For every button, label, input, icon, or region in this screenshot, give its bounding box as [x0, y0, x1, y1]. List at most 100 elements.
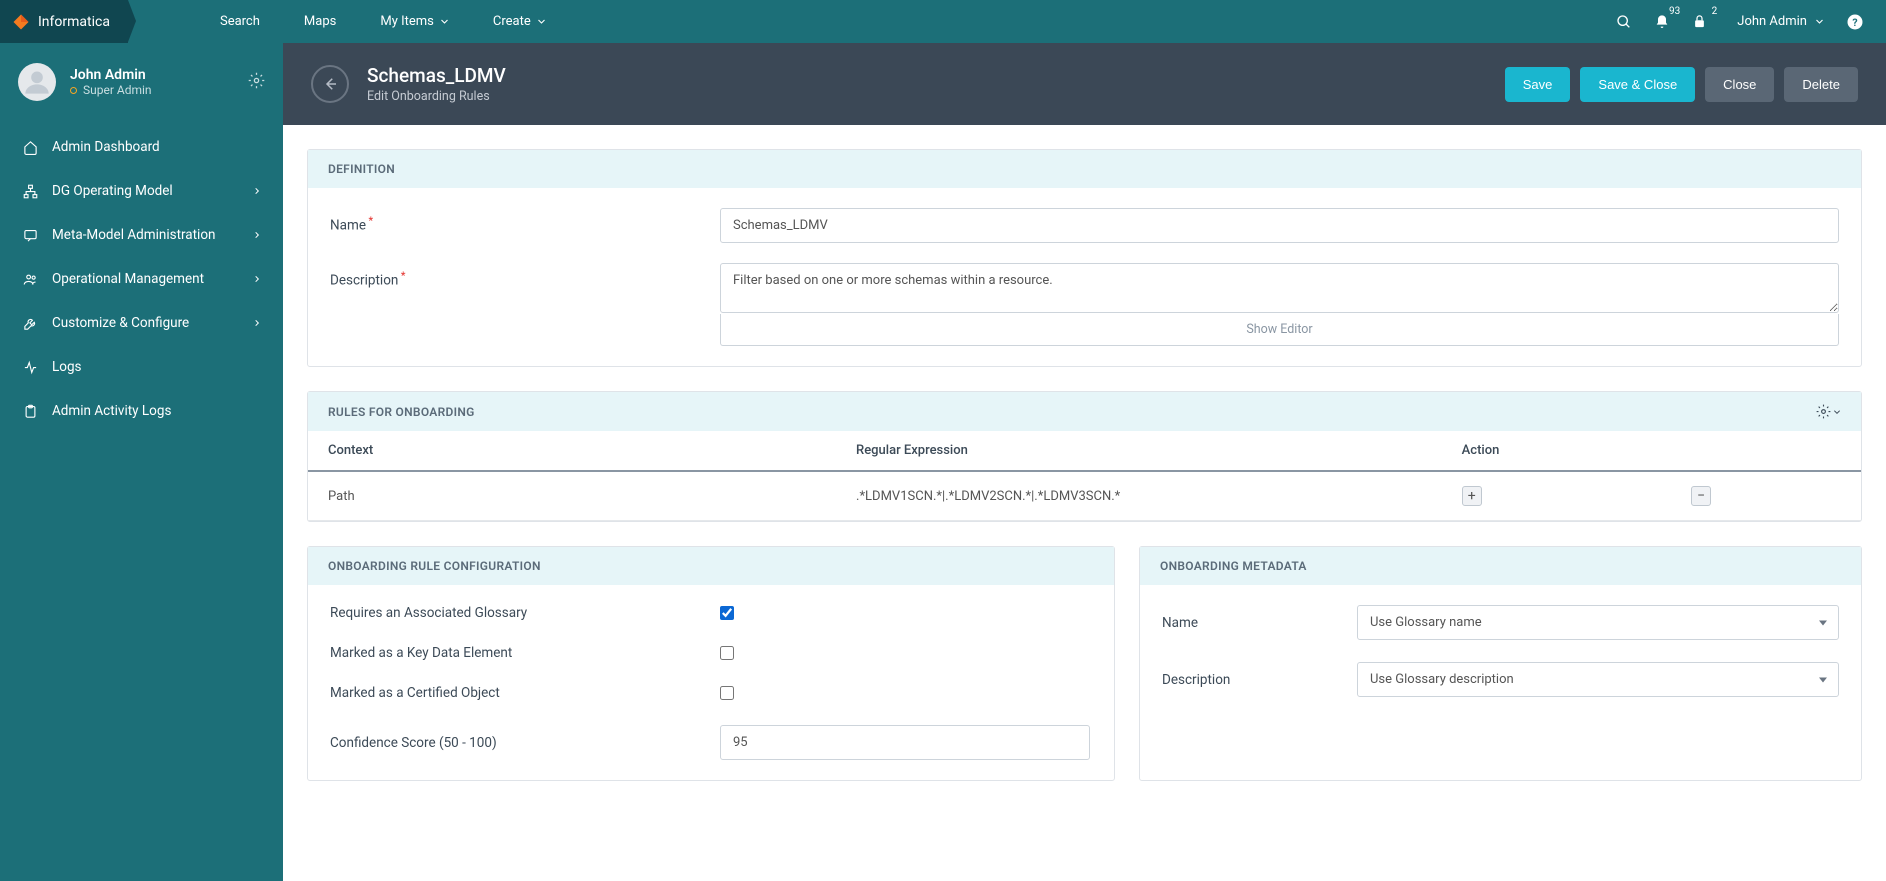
col-regex: Regular Expression [836, 431, 1442, 471]
sidebar-item-activity-logs[interactable]: Admin Activity Logs [0, 389, 283, 433]
key-element-checkbox[interactable] [720, 646, 734, 660]
brand[interactable]: Informatica [0, 0, 128, 43]
sidebar-item-customize[interactable]: Customize & Configure [0, 301, 283, 345]
clipboard-icon [22, 404, 38, 419]
page-title: Schemas_LDMV [367, 64, 506, 87]
chevron-right-icon [253, 183, 261, 199]
wrench-icon [22, 316, 38, 331]
rules-settings-btn[interactable] [1816, 404, 1841, 419]
remove-rule-button[interactable]: − [1691, 486, 1711, 506]
chat-icon [22, 228, 38, 243]
sidebar-settings-btn[interactable] [248, 72, 265, 93]
page-title-block: Schemas_LDMV Edit Onboarding Rules [367, 64, 506, 104]
sidebar-item-label: DG Operating Model [52, 183, 173, 199]
sidebar-item-meta-model[interactable]: Meta-Model Administration [0, 213, 283, 257]
nav-right: 93 2 John Admin ? [1616, 13, 1886, 31]
sidebar-item-operational-mgmt[interactable]: Operational Management [0, 257, 283, 301]
name-label: Name [330, 208, 720, 234]
confidence-label: Confidence Score (50 - 100) [330, 735, 720, 751]
glossary-label: Requires an Associated Glossary [330, 605, 720, 621]
certified-checkbox[interactable] [720, 686, 734, 700]
page-header: Schemas_LDMV Edit Onboarding Rules Save … [283, 43, 1886, 125]
chevron-right-icon [253, 227, 261, 243]
pulse-icon [22, 360, 38, 375]
confidence-input[interactable] [720, 725, 1090, 760]
glossary-checkbox[interactable] [720, 606, 734, 620]
back-button[interactable] [311, 65, 349, 103]
help-icon: ? [1846, 13, 1864, 31]
description-label: Description [330, 263, 720, 289]
page-subtitle: Edit Onboarding Rules [367, 89, 506, 104]
chevron-down-icon [1833, 408, 1841, 416]
sidebar-user: John Admin Super Admin [0, 43, 283, 121]
arrow-left-icon [321, 75, 339, 93]
rules-panel-header: RULES FOR ONBOARDING [308, 392, 1861, 431]
help-btn[interactable]: ? [1846, 13, 1864, 31]
cell-action: + − [1442, 471, 1861, 521]
add-rule-button[interactable]: + [1462, 486, 1482, 506]
show-editor-button[interactable]: Show Editor [720, 314, 1839, 346]
search-icon-btn[interactable] [1616, 14, 1632, 30]
save-close-button[interactable]: Save & Close [1580, 67, 1695, 102]
nav-search[interactable]: Search [198, 0, 282, 43]
notification-badge: 93 [1669, 6, 1680, 17]
diagram-icon [22, 184, 38, 199]
description-input[interactable]: Filter based on one or more schemas with… [720, 263, 1839, 313]
bell-icon [1654, 14, 1670, 30]
lock-badge: 2 [1712, 6, 1718, 17]
user-name: John Admin [1737, 14, 1807, 29]
name-input[interactable] [720, 208, 1839, 243]
header-actions: Save Save & Close Close Delete [1505, 67, 1858, 102]
close-button[interactable]: Close [1705, 67, 1774, 102]
user-menu[interactable]: John Admin [1737, 14, 1824, 29]
content: DEFINITION Name Description Filter based… [283, 125, 1886, 881]
col-context: Context [308, 431, 836, 471]
sidebar-item-label: Admin Activity Logs [52, 403, 171, 419]
sidebar-item-admin-dashboard[interactable]: Admin Dashboard [0, 125, 283, 169]
users-icon [22, 272, 38, 287]
metadata-panel-header: ONBOARDING METADATA [1140, 547, 1861, 585]
search-icon [1616, 14, 1632, 30]
gear-icon [248, 72, 265, 89]
cell-context: Path [308, 471, 836, 521]
sidebar-user-role: Super Admin [70, 83, 152, 97]
chevron-down-icon [440, 17, 449, 26]
home-icon [22, 140, 38, 155]
sidebar-item-dg-operating-model[interactable]: DG Operating Model [0, 169, 283, 213]
nav-my-items[interactable]: My Items [358, 0, 471, 43]
top-nav: Informatica Search Maps My Items Create … [0, 0, 1886, 43]
nav-left: Search Maps My Items Create [198, 0, 568, 43]
key-element-label: Marked as a Key Data Element [330, 645, 720, 661]
metadata-panel: ONBOARDING METADATA Name Use Glossary na… [1139, 546, 1862, 781]
gear-icon [1816, 404, 1831, 419]
brand-logo [12, 13, 30, 31]
sidebar-item-label: Customize & Configure [52, 315, 189, 331]
sidebar-item-logs[interactable]: Logs [0, 345, 283, 389]
avatar[interactable] [18, 63, 56, 101]
certified-label: Marked as a Certified Object [330, 685, 720, 701]
sidebar: John Admin Super Admin Admin Dashboard D… [0, 43, 283, 881]
sidebar-item-label: Meta-Model Administration [52, 227, 216, 243]
sidebar-menu: Admin Dashboard DG Operating Model Meta-… [0, 125, 283, 433]
chevron-down-icon [537, 17, 546, 26]
chevron-down-icon [1815, 17, 1824, 26]
nav-maps[interactable]: Maps [282, 0, 358, 43]
nav-create[interactable]: Create [471, 0, 568, 43]
svg-text:?: ? [1852, 15, 1857, 28]
table-row: Path .*LDMV1SCN.*|.*LDMV2SCN.*|.*LDMV3SC… [308, 471, 1861, 521]
meta-description-select[interactable]: Use Glossary description [1357, 662, 1839, 697]
meta-name-select[interactable]: Use Glossary name [1357, 605, 1839, 640]
config-panel-header: ONBOARDING RULE CONFIGURATION [308, 547, 1114, 585]
definition-panel: DEFINITION Name Description Filter based… [307, 149, 1862, 367]
rules-panel: RULES FOR ONBOARDING Context Regular Exp… [307, 391, 1862, 522]
rules-table: Context Regular Expression Action Path .… [308, 431, 1861, 521]
sidebar-item-label: Admin Dashboard [52, 139, 160, 155]
lock-icon [1692, 14, 1707, 29]
save-button[interactable]: Save [1505, 67, 1571, 102]
brand-name: Informatica [38, 14, 110, 30]
notifications-btn[interactable]: 93 [1654, 14, 1670, 30]
delete-button[interactable]: Delete [1784, 67, 1858, 102]
meta-name-label: Name [1162, 615, 1357, 631]
chevron-right-icon [253, 315, 261, 331]
lock-btn[interactable]: 2 [1692, 14, 1707, 29]
